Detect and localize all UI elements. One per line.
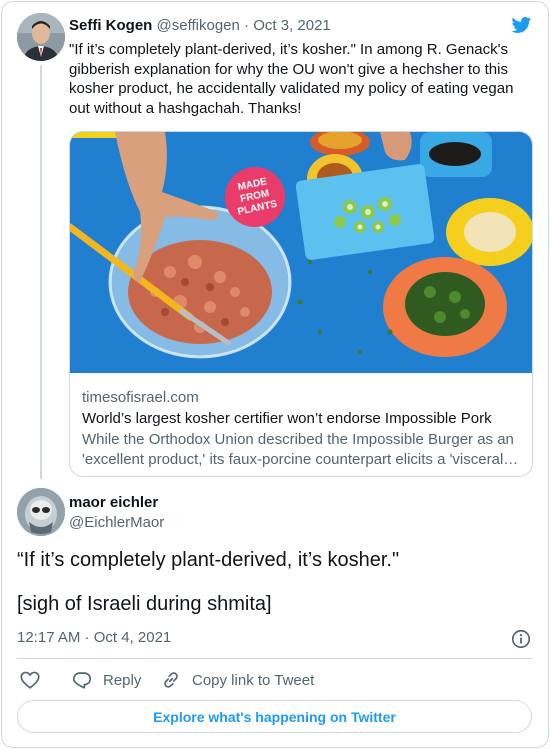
avatar-seffi-kogen[interactable] (17, 13, 65, 61)
link-preview-image: MADE FROM PLANTS (70, 132, 532, 373)
quoted-tweet-date[interactable]: Oct 3, 2021 (253, 17, 331, 34)
copy-link-button[interactable]: Copy link to Tweet (160, 668, 314, 692)
info-icon[interactable] (510, 628, 532, 650)
link-title: World’s largest kosher certifier won’t e… (82, 410, 492, 427)
tweet-text: “If it’s completely plant-derived, it’s … (17, 546, 532, 618)
quoted-author-handle[interactable]: @seffikogen (157, 17, 240, 34)
explore-twitter-button[interactable]: Explore what's happening on Twitter (17, 700, 532, 733)
reply-button[interactable]: Reply (71, 668, 141, 692)
twitter-bird-icon[interactable] (510, 15, 533, 35)
link-domain: timesofisrael.com (82, 389, 199, 406)
heart-icon (20, 671, 40, 689)
link-description-line-2: 'excellent product,' its faux-porcine co… (82, 451, 522, 468)
link-description-line-1: While the Orthodox Union described the I… (82, 431, 514, 448)
quoted-tweet-text: "If it’s completely plant-derived, it’s … (69, 41, 518, 117)
action-divider (17, 658, 532, 659)
copy-link-label: Copy link to Tweet (192, 671, 315, 689)
link-description: While the Orthodox Union described the I… (82, 430, 522, 470)
link-preview-card[interactable]: MADE FROM PLANTS timesofisrael.com World… (69, 131, 533, 477)
like-button[interactable] (19, 668, 41, 692)
thread-connector-line (40, 65, 42, 479)
author-handle[interactable]: @EichlerMaor (69, 513, 164, 533)
quoted-header-separator: · (244, 17, 250, 34)
tweet-timestamp[interactable]: 12:17 AM · Oct 4, 2021 (17, 628, 171, 648)
avatar-maor-eichler[interactable] (17, 488, 65, 536)
tweet-text-line-2: [sigh of Israeli during shmita] (17, 593, 272, 615)
reply-label: Reply (103, 671, 142, 689)
reply-bubble-icon (72, 672, 92, 689)
author-name[interactable]: maor eichler (69, 493, 158, 513)
link-icon (164, 672, 178, 688)
link-preview-meta: timesofisrael.com World’s largest kosher… (82, 388, 522, 470)
quoted-author-name[interactable]: Seffi Kogen (69, 17, 152, 34)
quoted-tweet-header: Seffi Kogen @seffikogen · Oct 3, 2021 (69, 16, 331, 36)
tweet-text-line-1: “If it’s completely plant-derived, it’s … (17, 549, 400, 571)
